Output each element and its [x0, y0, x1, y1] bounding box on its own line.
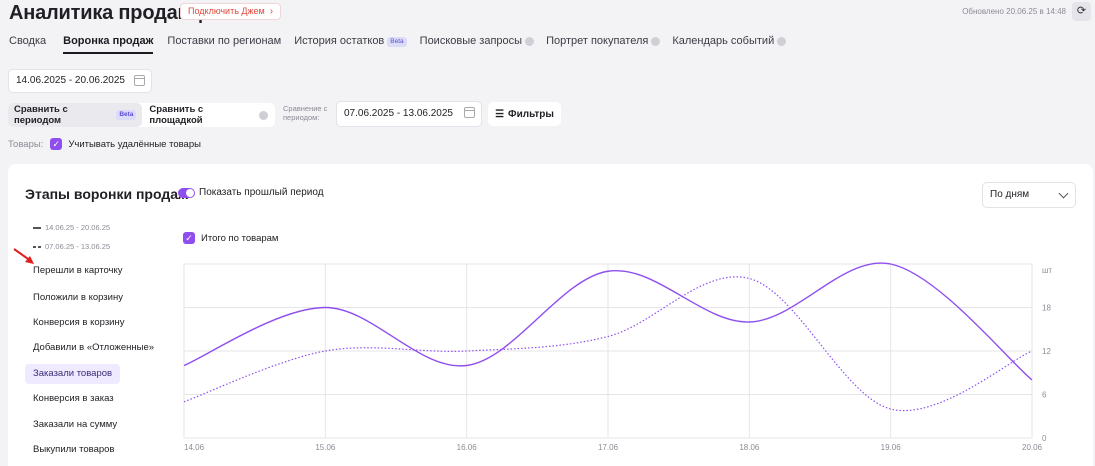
y-tick-label: 18: [1042, 304, 1051, 313]
x-tick-label: 18.06: [739, 443, 760, 452]
y-tick-label: 0: [1042, 434, 1047, 443]
y-tick-label: 12: [1042, 347, 1051, 356]
x-tick-label: 16.06: [457, 443, 478, 452]
x-tick-label: 15.06: [315, 443, 336, 452]
x-tick-label: 14.06: [184, 443, 205, 452]
x-tick-label: 20.06: [1022, 443, 1043, 452]
x-tick-label: 17.06: [598, 443, 619, 452]
x-tick-label: 19.06: [881, 443, 902, 452]
y-unit-label: шт: [1042, 266, 1052, 275]
funnel-line-chart: 14.06 15.06 16.06 17.06 18.06 19.06 20.060 6 12 1…: [183, 262, 1052, 452]
y-tick-label: 6: [1042, 391, 1047, 400]
